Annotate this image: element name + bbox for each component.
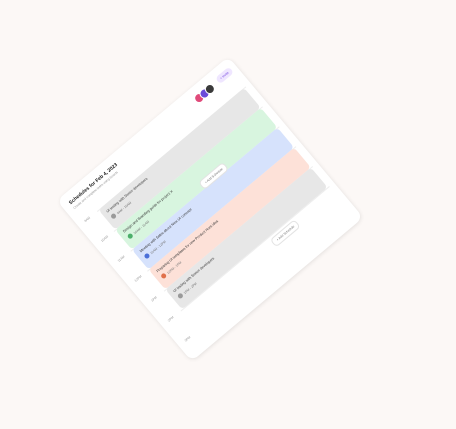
- time-slot-label: 1PM: [150, 295, 158, 303]
- avatar-group: [192, 81, 217, 106]
- invite-button[interactable]: + Invite: [214, 66, 234, 85]
- time-slot-label: 12PM: [133, 274, 143, 283]
- clock-icon: [110, 212, 118, 220]
- schedule-card: Schedules for Feb 4, 2023 Create and com…: [56, 56, 364, 362]
- time-slot-label: 10AM: [100, 234, 110, 243]
- clock-icon: [176, 292, 184, 300]
- time-slot-label: 2PM: [166, 315, 175, 323]
- clock-icon: [126, 232, 134, 240]
- time-slot-label: 3PM: [183, 335, 192, 343]
- clock-icon: [143, 252, 151, 260]
- time-slot-label: 9AM: [83, 215, 92, 223]
- clock-icon: [160, 272, 168, 280]
- time-slot-label: 11AM: [116, 254, 126, 263]
